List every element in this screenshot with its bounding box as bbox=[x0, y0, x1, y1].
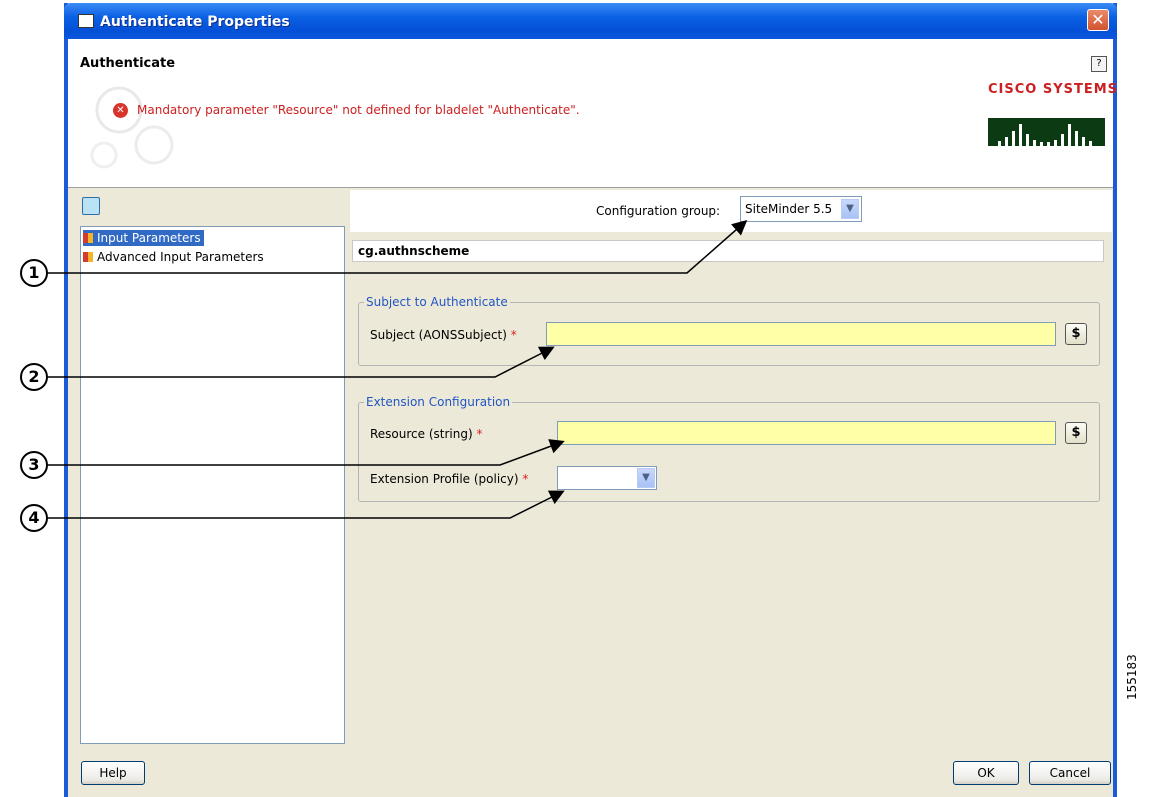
callout-line-3 bbox=[34, 439, 565, 466]
callout-lines bbox=[34, 220, 748, 519]
callout-2: 2 bbox=[20, 363, 48, 391]
callout-line-4 bbox=[34, 490, 565, 519]
figure-number: 155183 bbox=[1125, 654, 1139, 700]
callout-3: 3 bbox=[20, 451, 48, 479]
callout-line-2 bbox=[34, 346, 555, 378]
callout-4: 4 bbox=[20, 504, 48, 532]
callout-line-1 bbox=[34, 220, 748, 274]
callout-1: 1 bbox=[20, 259, 48, 287]
